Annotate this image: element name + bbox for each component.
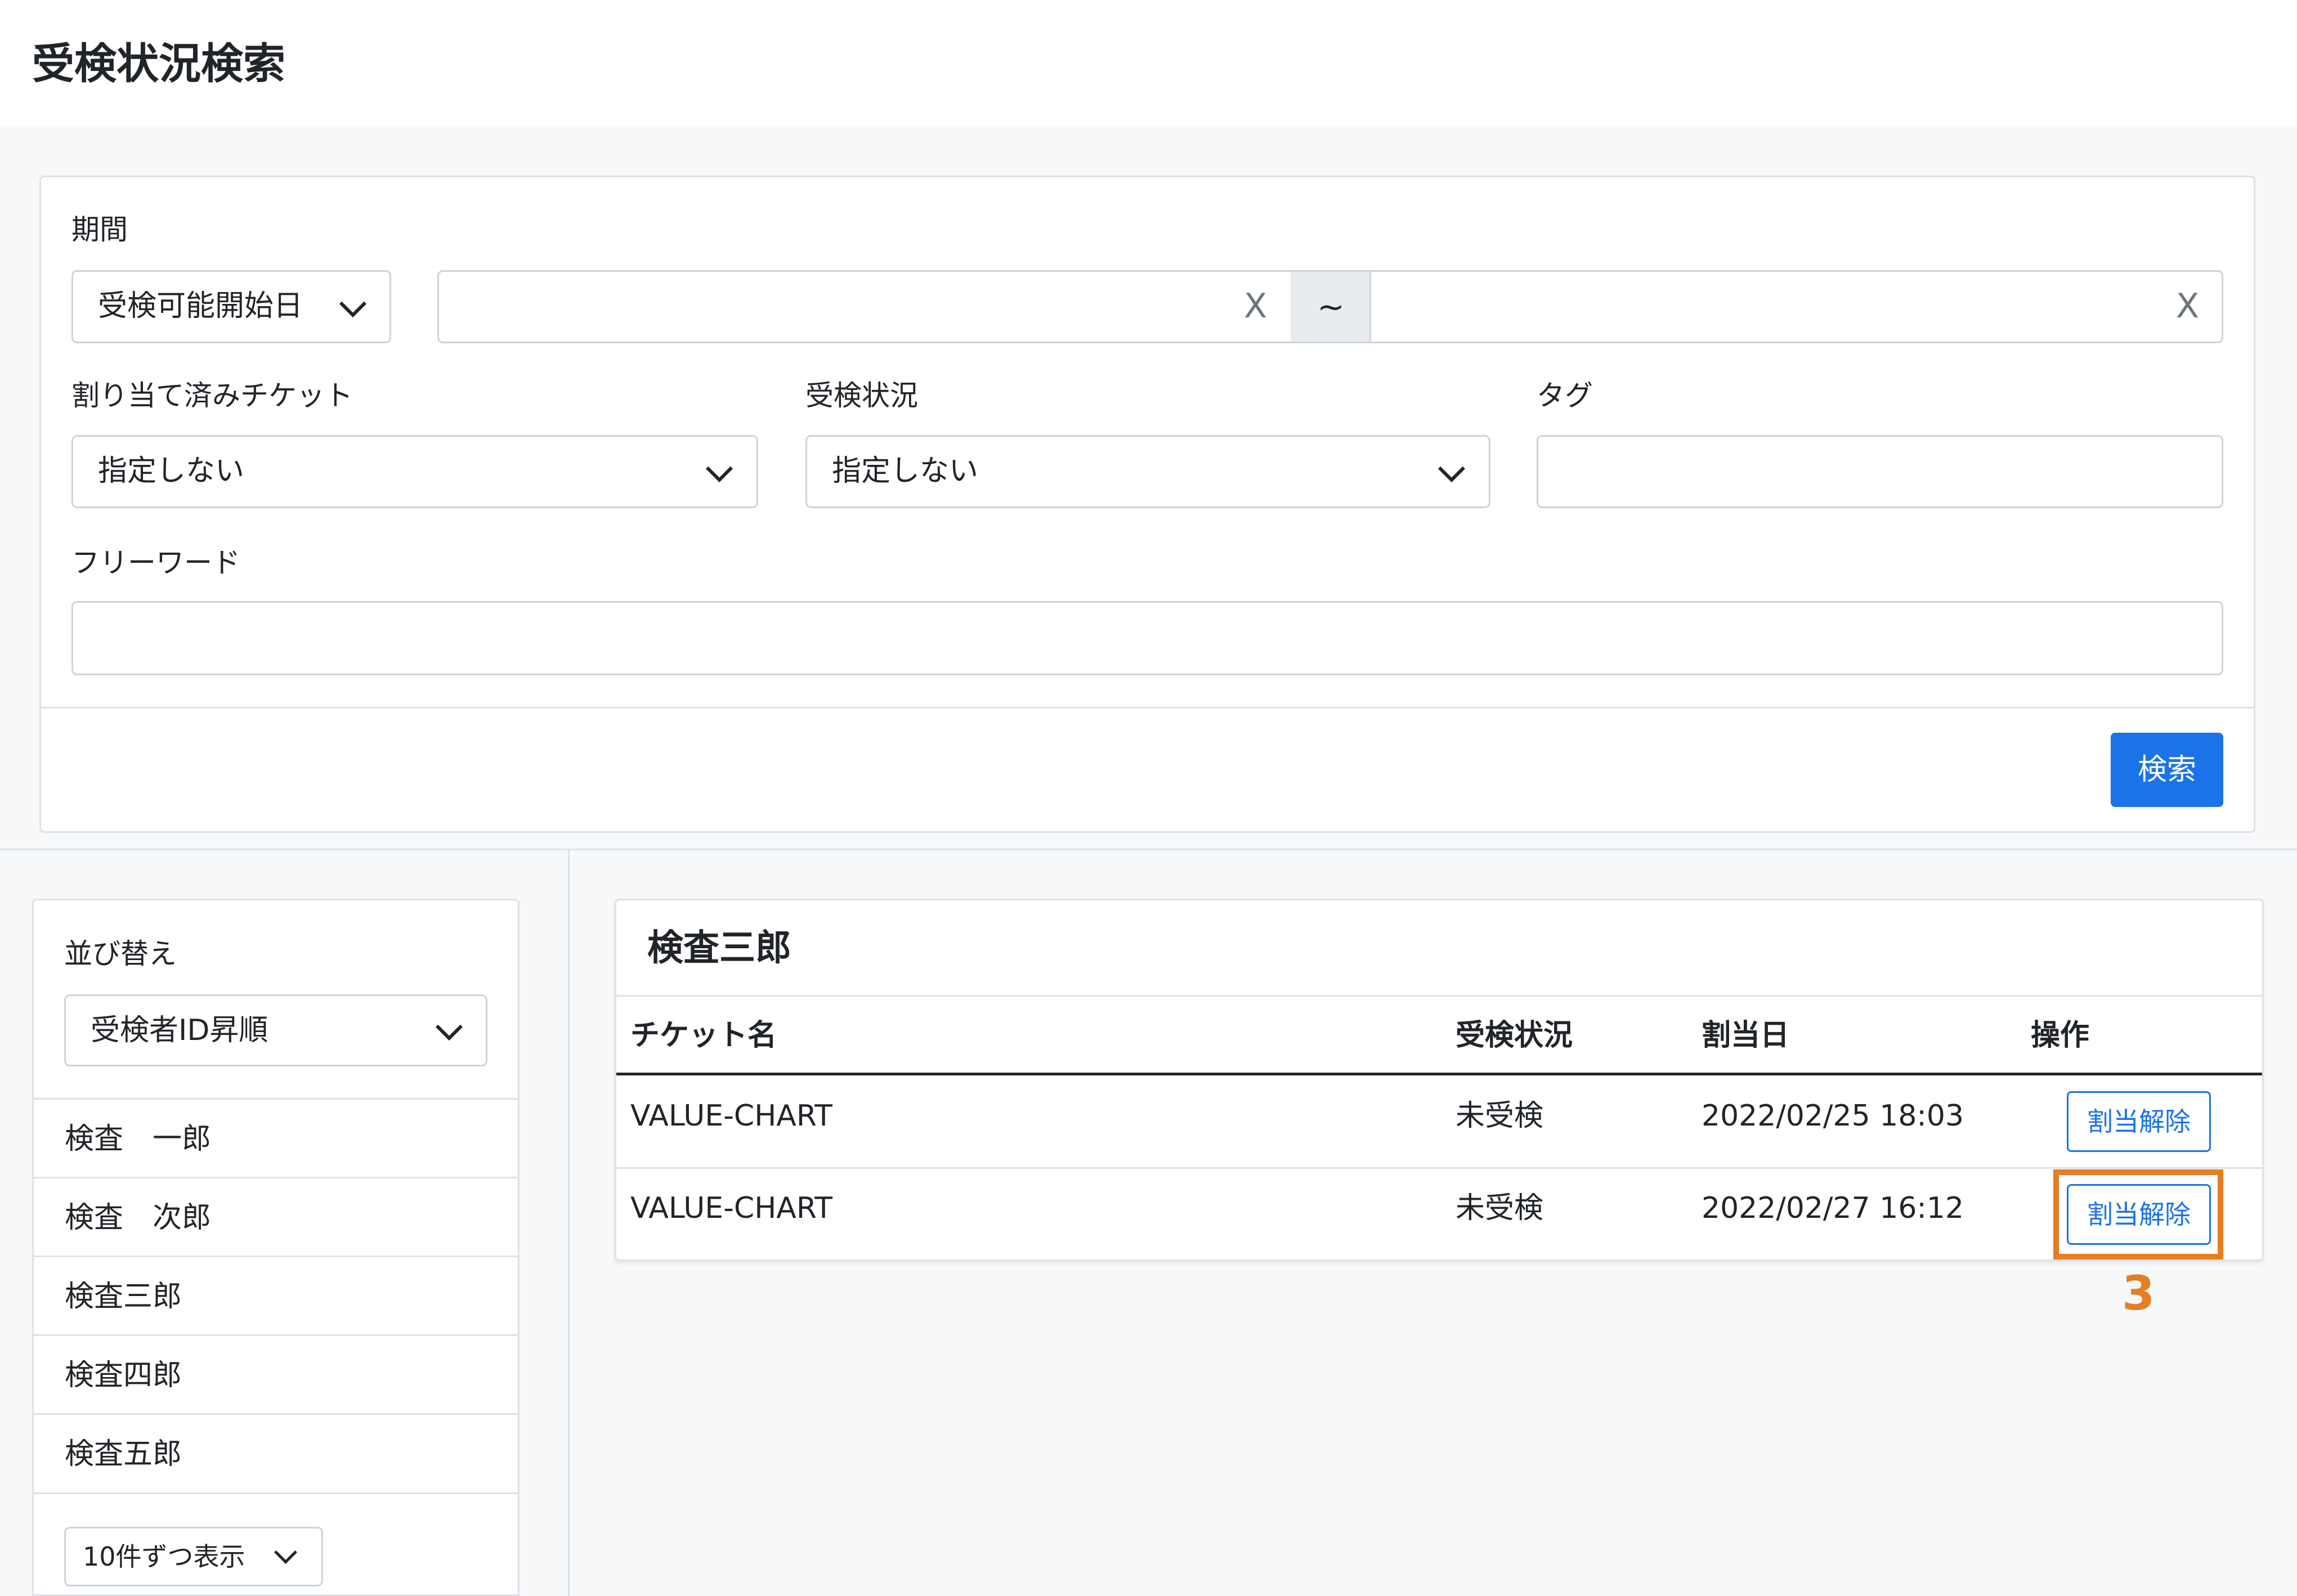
page-title: 受検状況検索	[32, 39, 286, 88]
examinee-name-title: 検査三郎	[647, 927, 791, 969]
sidebar-list-end	[32, 1492, 520, 1494]
date-from-input[interactable]: X	[437, 270, 1292, 343]
status-select[interactable]: 指定しない	[805, 435, 1490, 508]
status-label: 受検状況	[805, 379, 918, 412]
examinee-item[interactable]: 検査五郎	[32, 1413, 520, 1492]
table-row-divider	[616, 1167, 2262, 1169]
chevron-down-icon	[339, 290, 367, 318]
result-panel	[615, 899, 2264, 1261]
assigned-ticket-label: 割り当て済みチケット	[71, 379, 353, 412]
tag-input[interactable]	[1537, 435, 2223, 508]
search-button[interactable]: 検索	[2111, 733, 2223, 807]
result-title-divider	[616, 995, 2262, 997]
row-status: 未受検	[1456, 1099, 1544, 1133]
column-header-ticket: チケット名	[630, 1019, 777, 1052]
period-label: 期間	[71, 213, 128, 246]
examinee-item[interactable]: 検査四郎	[32, 1334, 520, 1413]
period-type-value: 受検可能開始日	[98, 289, 303, 323]
row-status: 未受検	[1456, 1191, 1544, 1225]
row-assigned-date: 2022/02/27 16:12	[1702, 1191, 1964, 1225]
period-type-select[interactable]: 受検可能開始日	[71, 270, 391, 343]
unassign-button[interactable]: 割当解除	[2067, 1091, 2211, 1152]
column-header-action: 操作	[2031, 1019, 2090, 1052]
per-page-select[interactable]: 10件ずつ表示	[64, 1527, 323, 1586]
clear-date-from-icon[interactable]: X	[1244, 272, 1267, 341]
search-footer-divider	[41, 707, 2254, 709]
sort-select[interactable]: 受検者ID昇順	[64, 994, 487, 1066]
chevron-down-icon	[1438, 455, 1466, 483]
examinee-item[interactable]: 検査 一郎	[32, 1098, 520, 1177]
chevron-down-icon	[274, 1540, 298, 1564]
status-value: 指定しない	[832, 454, 979, 488]
row-assigned-date: 2022/02/25 18:03	[1702, 1099, 1964, 1133]
row-ticket-name: VALUE-CHART	[630, 1191, 832, 1225]
table-header-rule	[616, 1073, 2262, 1075]
examinee-item[interactable]: 検査三郎	[32, 1256, 520, 1334]
clear-date-to-icon[interactable]: X	[2176, 272, 2199, 341]
assigned-ticket-select[interactable]: 指定しない	[71, 435, 758, 508]
page-header	[0, 0, 2297, 127]
chevron-down-icon	[435, 1013, 463, 1041]
sort-value: 受検者ID昇順	[91, 1014, 268, 1047]
column-divider	[568, 850, 570, 1596]
sort-label: 並び替え	[64, 938, 177, 970]
tag-label: タグ	[1537, 379, 1593, 412]
freeword-label: フリーワード	[71, 546, 240, 579]
freeword-input[interactable]	[71, 601, 2223, 675]
date-to-input[interactable]: X	[1369, 270, 2223, 343]
per-page-value: 10件ずつ表示	[83, 1541, 245, 1572]
column-header-status: 受検状況	[1456, 1019, 1573, 1052]
tilde-text: ~	[1317, 288, 1345, 326]
section-divider	[0, 849, 2297, 850]
chevron-down-icon	[705, 455, 733, 483]
row-ticket-name: VALUE-CHART	[630, 1099, 832, 1133]
assigned-ticket-value: 指定しない	[98, 454, 245, 488]
examinee-item[interactable]: 検査 次郎	[32, 1177, 520, 1256]
highlight-box	[2053, 1169, 2223, 1259]
date-range-separator: ~	[1291, 270, 1371, 343]
column-header-date: 割当日	[1702, 1019, 1790, 1052]
callout-number: 3	[2122, 1266, 2155, 1321]
